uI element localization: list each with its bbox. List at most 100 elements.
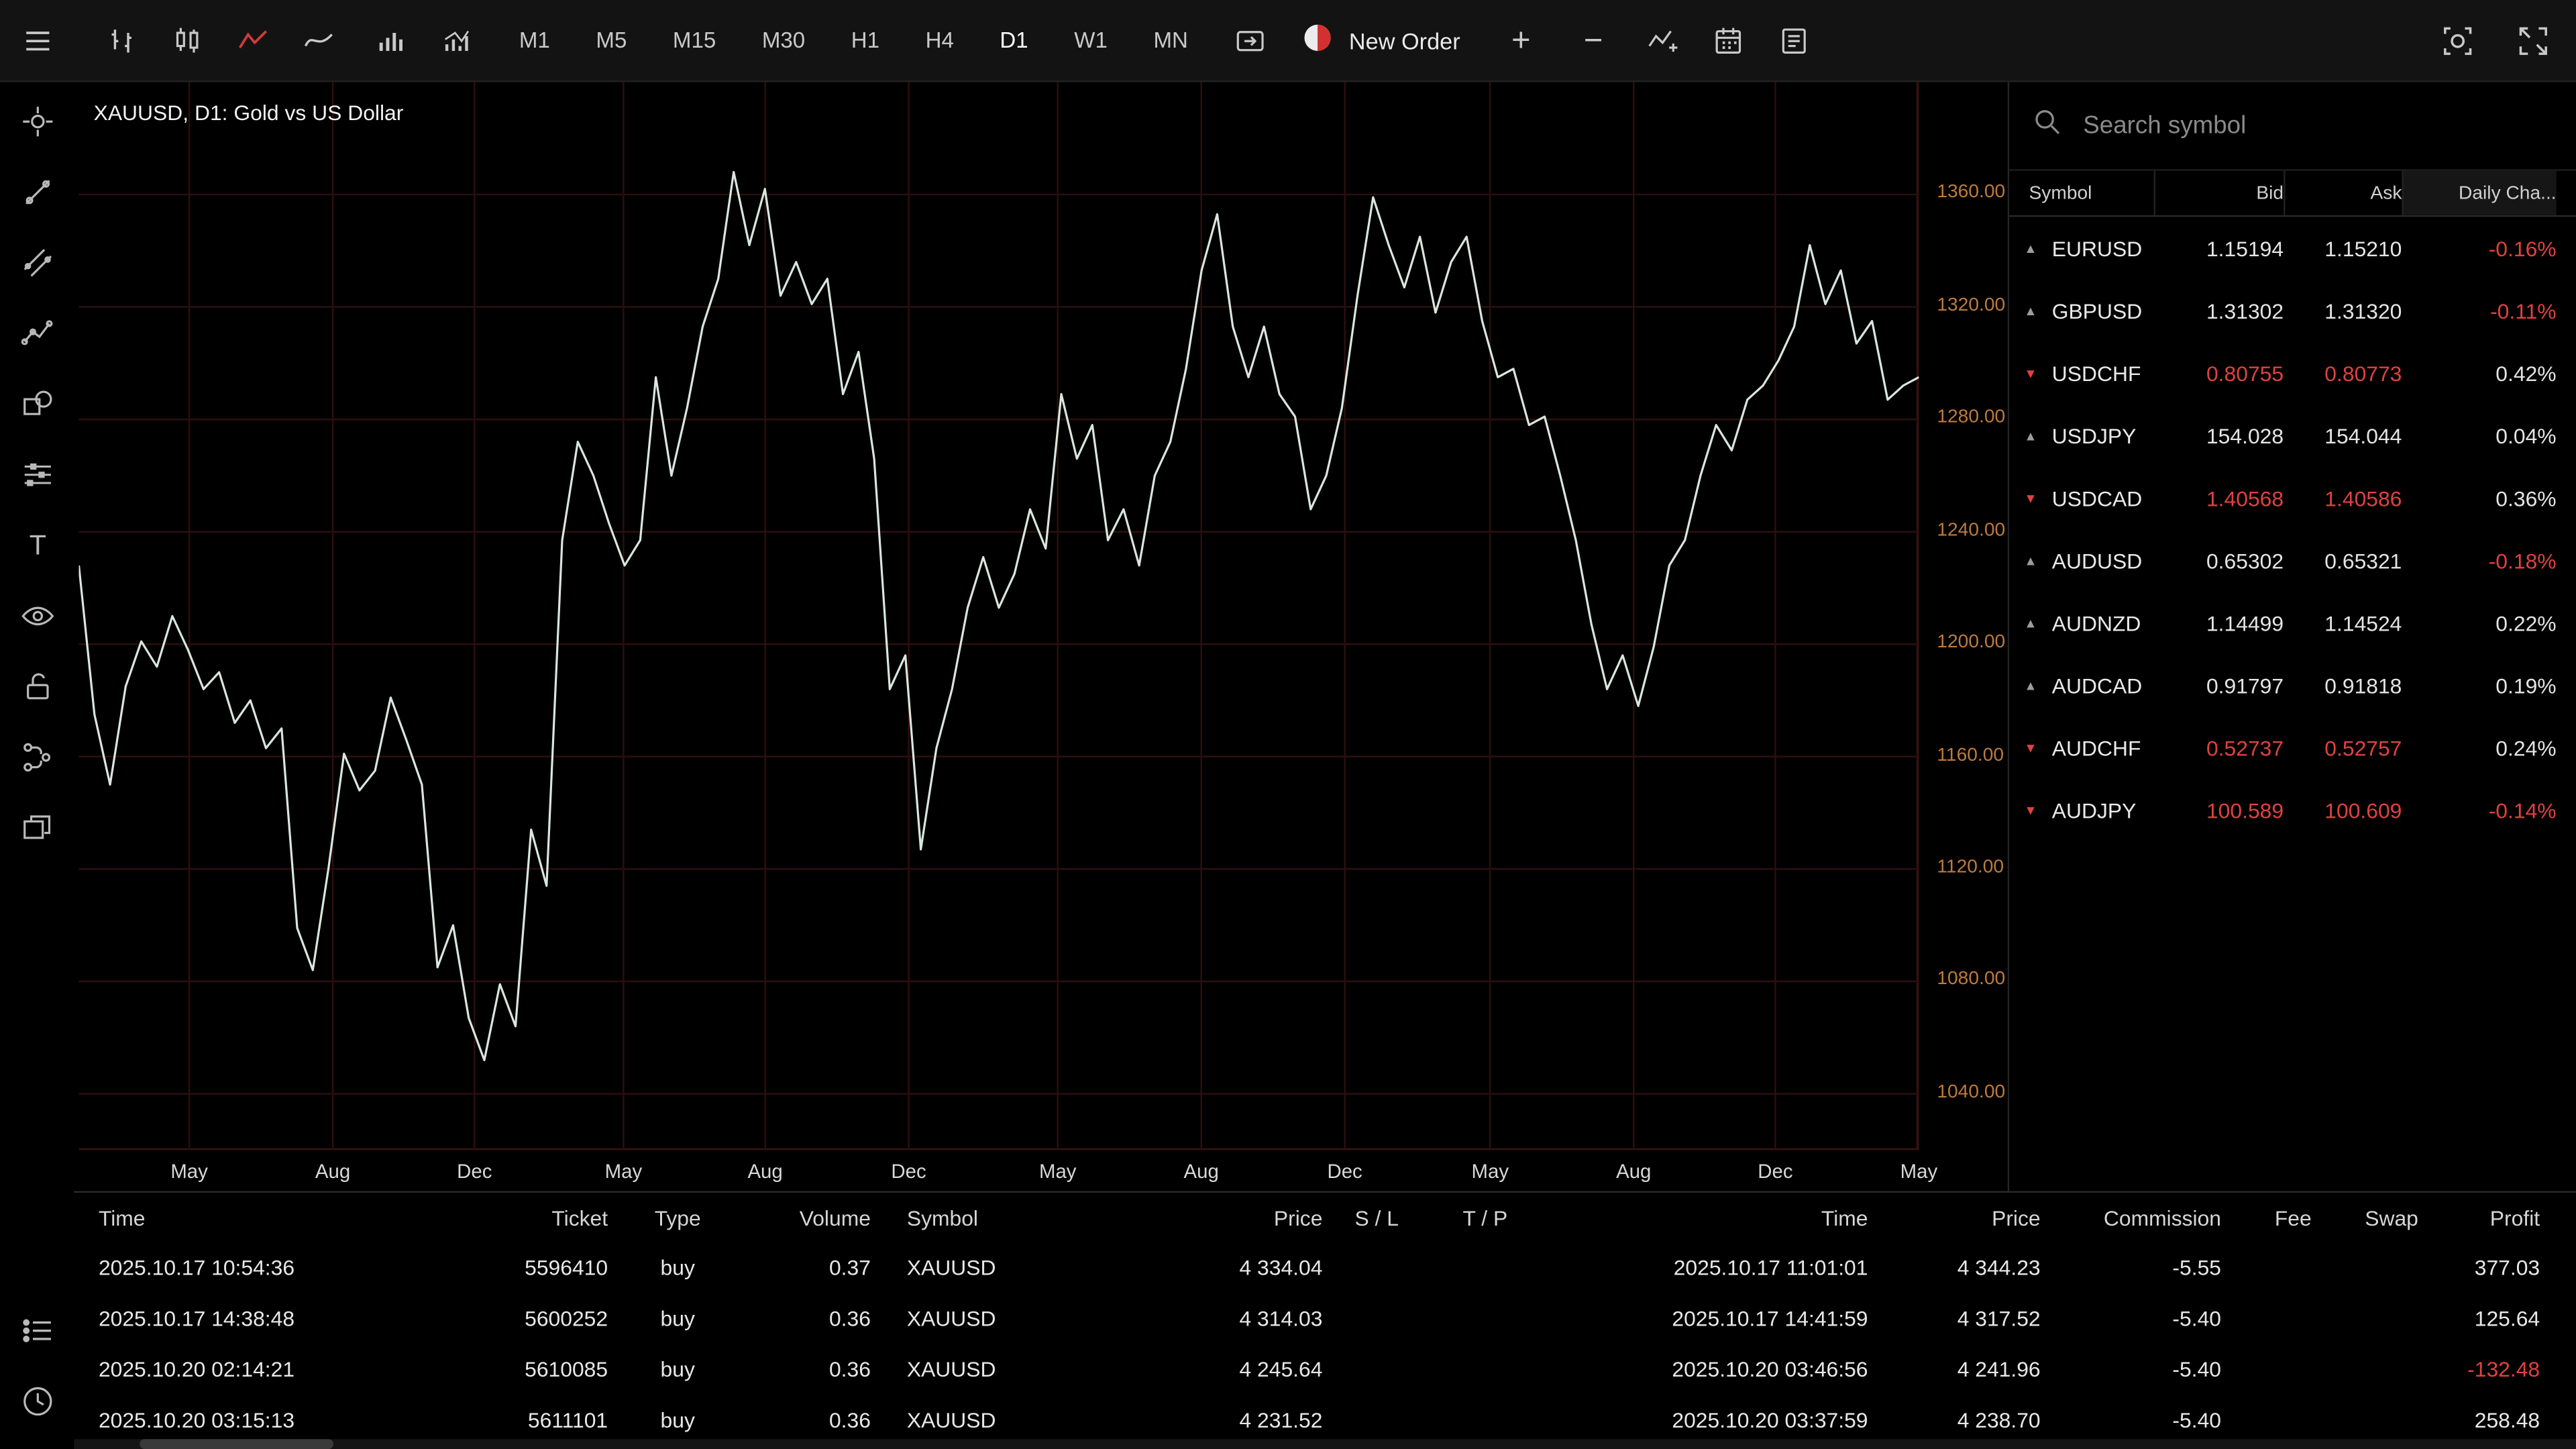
indicators-icon bbox=[1646, 24, 1678, 57]
tick-volume-button[interactable] bbox=[432, 11, 481, 70]
y-axis-label: 1280.00 bbox=[1937, 407, 2005, 427]
bid-cell: 1.31302 bbox=[2154, 298, 2284, 323]
column-bid[interactable]: Bid bbox=[2154, 171, 2284, 215]
news-button[interactable] bbox=[1769, 11, 1818, 70]
timeframe-H1[interactable]: H1 bbox=[837, 14, 894, 66]
market-watch-row-AUDJPY[interactable]: ▼AUDJPY100.589100.609-0.14% bbox=[2009, 779, 2576, 841]
new-order-icon bbox=[1301, 21, 1334, 59]
history-column-2[interactable]: Type bbox=[608, 1205, 747, 1230]
history-row[interactable]: 2025.10.20 02:14:215610085buy0.36XAUUSD4… bbox=[74, 1344, 2576, 1395]
history-column-6[interactable]: S / L bbox=[1322, 1205, 1431, 1230]
market-watch-row-USDCAD[interactable]: ▼USDCAD1.405681.405860.36% bbox=[2009, 467, 2576, 529]
history-cell: buy bbox=[608, 1306, 747, 1331]
timeframe-M30[interactable]: M30 bbox=[747, 14, 820, 66]
change-cell: -0.16% bbox=[2402, 235, 2556, 260]
market-watch-row-EURUSD[interactable]: ▲EURUSD1.151941.15210-0.16% bbox=[2009, 217, 2576, 279]
market-watch-header: SymbolBidAskDaily Cha... bbox=[2009, 171, 2576, 217]
market-watch-row-AUDCAD[interactable]: ▲AUDCAD0.917970.918180.19% bbox=[2009, 654, 2576, 716]
calendar-button[interactable] bbox=[1703, 11, 1752, 70]
change-cell: 0.04% bbox=[2402, 423, 2556, 448]
x-axis-label: Aug bbox=[1616, 1160, 1651, 1183]
volume-button[interactable] bbox=[366, 11, 415, 70]
new-order-button[interactable]: New Order bbox=[1291, 11, 1470, 70]
objects-list-button[interactable] bbox=[15, 1313, 58, 1352]
symbol-cell: AUDUSD bbox=[2052, 548, 2154, 573]
spline-chart-type-button[interactable] bbox=[294, 11, 343, 70]
history-column-5[interactable]: Price bbox=[1051, 1205, 1322, 1230]
history-column-0[interactable]: Time bbox=[99, 1205, 452, 1230]
history-time-button[interactable] bbox=[15, 1383, 58, 1423]
bar-chart-type-button[interactable] bbox=[97, 11, 146, 70]
channel-button[interactable] bbox=[15, 245, 58, 284]
search-input[interactable] bbox=[2080, 110, 2553, 142]
history-column-8[interactable]: Time bbox=[1540, 1205, 1868, 1230]
market-watch-row-USDJPY[interactable]: ▲USDJPY154.028154.0440.04% bbox=[2009, 404, 2576, 466]
horizontal-scrollbar[interactable] bbox=[74, 1439, 2576, 1449]
history-cell: 0.36 bbox=[747, 1306, 871, 1331]
visibility-button[interactable] bbox=[15, 598, 58, 637]
history-cell: -132.48 bbox=[2418, 1357, 2540, 1382]
line-chart-type-button[interactable] bbox=[228, 11, 277, 70]
text-tool-button[interactable]: T bbox=[15, 527, 58, 567]
shapes-button[interactable] bbox=[15, 386, 58, 426]
history-cell: buy bbox=[608, 1255, 747, 1280]
symbol-search[interactable] bbox=[2009, 82, 2576, 170]
history-row[interactable]: 2025.10.17 10:54:365596410buy0.37XAUUSD4… bbox=[74, 1242, 2576, 1293]
history-cell: 2025.10.17 14:38:48 bbox=[99, 1306, 452, 1331]
column-daily-change[interactable]: Daily Cha... bbox=[2402, 171, 2556, 215]
market-watch-row-USDCHF[interactable]: ▼USDCHF0.807550.807730.42% bbox=[2009, 341, 2576, 404]
polyline-tool-button[interactable] bbox=[15, 315, 58, 355]
timeframe-M1[interactable]: M1 bbox=[504, 14, 565, 66]
objects-tree-button[interactable] bbox=[15, 739, 58, 779]
trendline-button[interactable] bbox=[15, 174, 58, 214]
levels-button[interactable] bbox=[15, 457, 58, 496]
timeframe-M15[interactable]: M15 bbox=[658, 14, 731, 66]
timeframe-D1[interactable]: D1 bbox=[985, 14, 1042, 66]
hamburger-menu-button[interactable] bbox=[12, 11, 61, 70]
fullscreen-button[interactable] bbox=[2507, 11, 2559, 70]
price-chart[interactable] bbox=[79, 82, 1919, 1150]
ask-cell: 0.80773 bbox=[2284, 361, 2402, 386]
history-column-1[interactable]: Ticket bbox=[451, 1205, 608, 1230]
history-cell: XAUUSD bbox=[871, 1357, 1051, 1382]
zoom-out-button[interactable]: − bbox=[1565, 12, 1621, 68]
windows-button[interactable] bbox=[15, 810, 58, 849]
market-watch-row-AUDNZD[interactable]: ▲AUDNZD1.144991.145240.22% bbox=[2009, 592, 2576, 654]
market-watch-row-AUDCHF[interactable]: ▼AUDCHF0.527370.527570.24% bbox=[2009, 716, 2576, 779]
history-column-10[interactable]: Commission bbox=[2041, 1205, 2221, 1230]
lock-button[interactable] bbox=[15, 669, 58, 708]
column-ask[interactable]: Ask bbox=[2284, 171, 2402, 215]
down-arrow-icon: ▼ bbox=[2009, 366, 2052, 380]
history-row[interactable]: 2025.10.17 14:38:485600252buy0.36XAUUSD4… bbox=[74, 1293, 2576, 1344]
history-row[interactable]: 2025.10.20 03:15:135611101buy0.36XAUUSD4… bbox=[74, 1395, 2576, 1446]
market-watch-row-AUDUSD[interactable]: ▲AUDUSD0.653020.65321-0.18% bbox=[2009, 529, 2576, 592]
x-axis: MayAugDecMayAugDecMayAugDecMayAugDecMay bbox=[79, 1155, 1919, 1191]
scrollbar-thumb[interactable] bbox=[140, 1439, 333, 1449]
timeframe-M5[interactable]: M5 bbox=[581, 14, 641, 66]
zoom-in-button[interactable]: + bbox=[1493, 12, 1549, 68]
history-cell: 258.48 bbox=[2418, 1408, 2540, 1433]
timeframe-W1[interactable]: W1 bbox=[1059, 14, 1122, 66]
screenshot-button[interactable] bbox=[2431, 11, 2483, 70]
x-axis-label: May bbox=[1472, 1160, 1509, 1183]
history-column-4[interactable]: Symbol bbox=[871, 1205, 1051, 1230]
history-cell: -5.40 bbox=[2041, 1357, 2221, 1382]
history-column-7[interactable]: T / P bbox=[1431, 1205, 1540, 1230]
chart-shift-button[interactable] bbox=[1226, 11, 1275, 70]
market-watch-row-GBPUSD[interactable]: ▲GBPUSD1.313021.31320-0.11% bbox=[2009, 279, 2576, 341]
history-column-11[interactable]: Fee bbox=[2221, 1205, 2312, 1230]
candle-chart-type-button[interactable] bbox=[162, 11, 211, 70]
history-column-12[interactable]: Swap bbox=[2312, 1205, 2418, 1230]
change-cell: -0.11% bbox=[2402, 298, 2556, 323]
history-column-13[interactable]: Profit bbox=[2418, 1205, 2540, 1230]
history-column-3[interactable]: Volume bbox=[747, 1205, 871, 1230]
indicators-button[interactable] bbox=[1638, 11, 1686, 70]
tick-volume-icon bbox=[440, 24, 473, 57]
column-symbol[interactable]: Symbol bbox=[2009, 183, 2154, 203]
timeframe-MN[interactable]: MN bbox=[1138, 14, 1203, 66]
timeframe-H4[interactable]: H4 bbox=[911, 14, 969, 66]
history-column-9[interactable]: Price bbox=[1868, 1205, 2040, 1230]
x-axis-label: Dec bbox=[1758, 1160, 1792, 1183]
crosshair-button[interactable] bbox=[15, 103, 58, 143]
change-cell: 0.24% bbox=[2402, 735, 2556, 760]
